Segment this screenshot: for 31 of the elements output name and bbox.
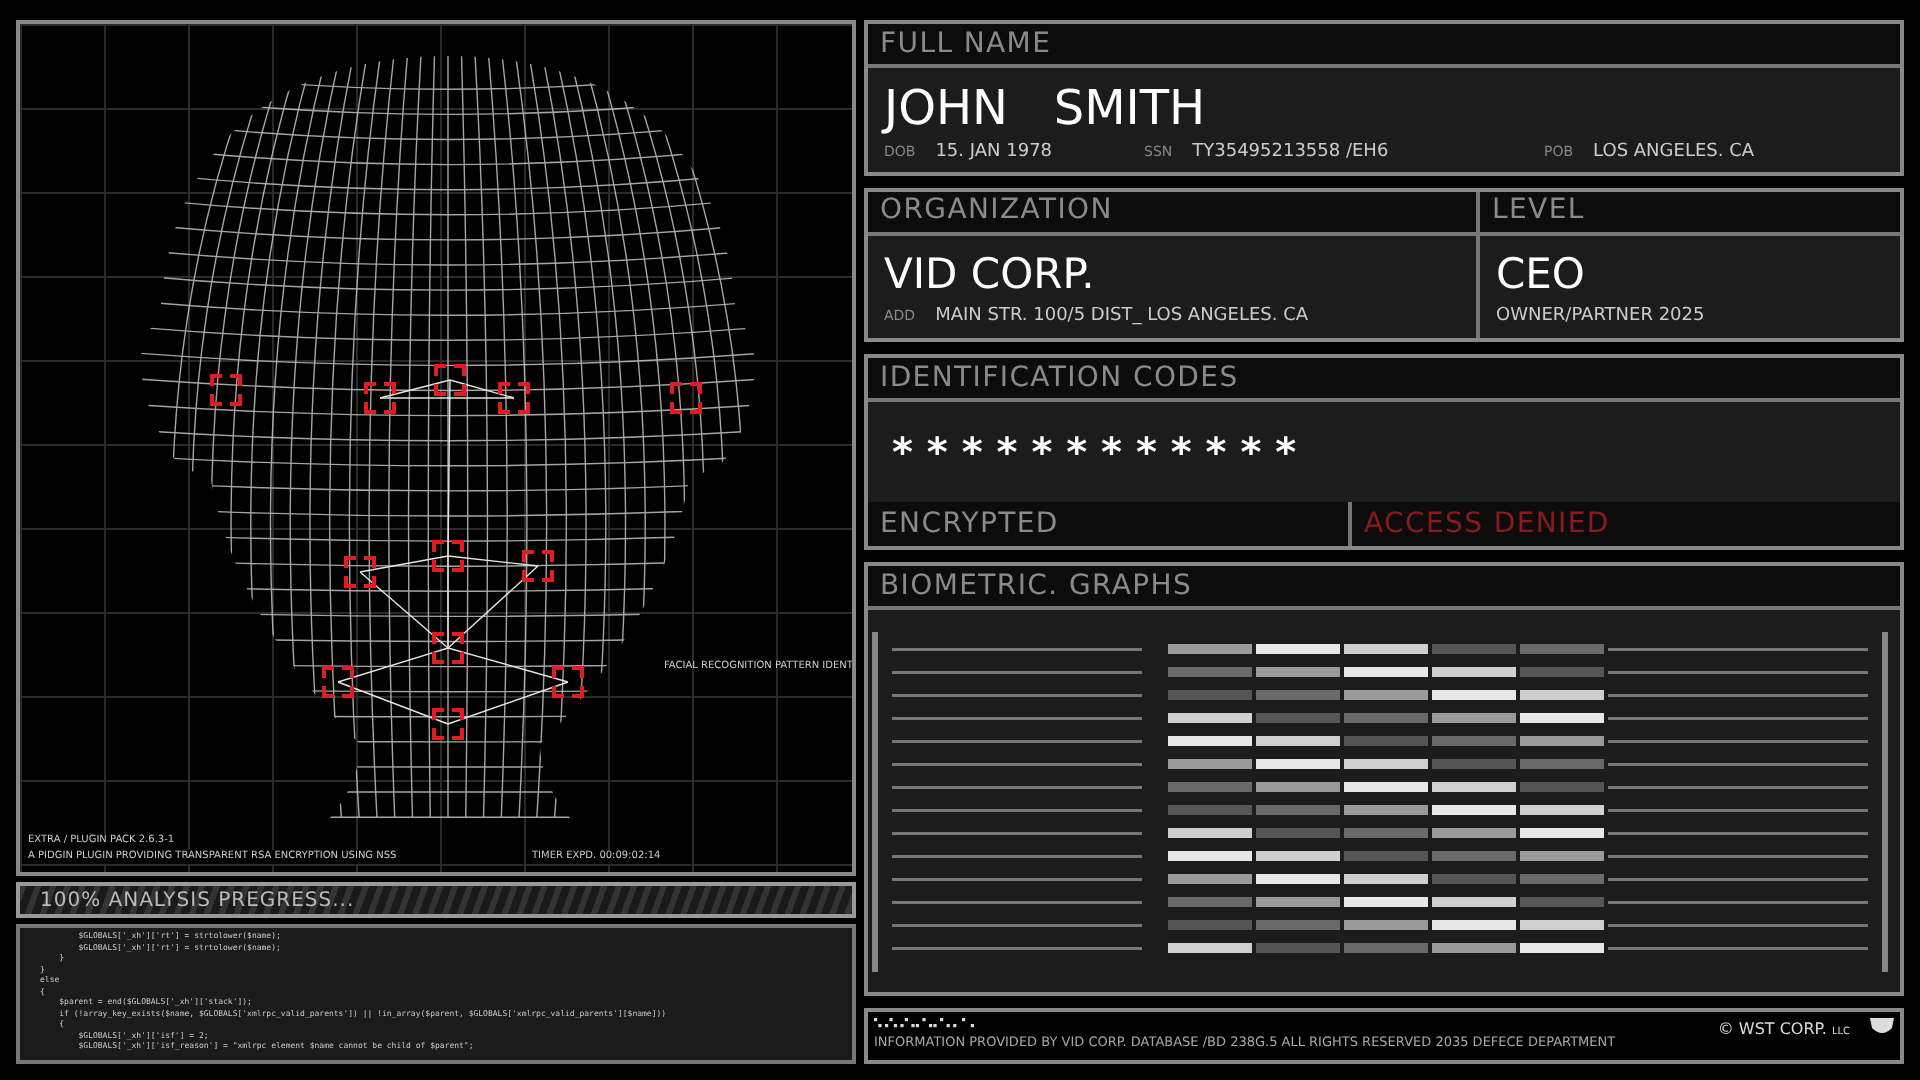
field-value: LOS ANGELES. CA — [1593, 140, 1755, 166]
target-marker-icon — [522, 550, 554, 582]
mask-logo-icon — [1870, 1018, 1894, 1036]
person-name: JOHN SMITH — [884, 78, 1208, 140]
field-value: 15. JAN 1978 — [935, 140, 1053, 166]
target-marker-icon — [364, 382, 396, 414]
field-value: MAIN STR. 100/5 DIST_ LOS ANGELES. CA — [935, 303, 1309, 329]
encrypted-label: ENCRYPTED — [880, 505, 1059, 543]
section-title: ORGANIZATION — [880, 192, 1113, 230]
target-marker-icon — [210, 374, 242, 406]
target-marker-icon — [498, 382, 530, 414]
target-marker-icon — [432, 632, 464, 664]
dots-icon — [874, 1018, 974, 1031]
target-marker-icon — [552, 666, 584, 698]
target-marker-icon — [670, 382, 702, 414]
field-value: TY35495213558 /EH6 — [1192, 140, 1389, 166]
level-value: CEO — [1496, 247, 1587, 301]
target-marker-icon — [322, 666, 354, 698]
section-title: FULL NAME — [880, 25, 1052, 63]
masked-code: * * * * * * * * * * * * — [892, 426, 1297, 480]
level-detail: OWNER/PARTNER 2025 — [1496, 303, 1707, 329]
section-title: LEVEL — [1492, 192, 1585, 230]
target-marker-icon — [344, 556, 376, 588]
target-marker-icon — [432, 708, 464, 740]
section-title: IDENTIFICATION CODES — [880, 359, 1239, 397]
target-marker-icon — [434, 364, 466, 396]
progress-label: 100% ANALYSIS PREGRESS... — [40, 887, 355, 915]
target-marker-icon — [432, 540, 464, 572]
access-denied-label: ACCESS DENIED — [1364, 505, 1610, 543]
organization-name: VID CORP. — [884, 247, 1097, 301]
section-title: BIOMETRIC. GRAPHS — [880, 567, 1193, 605]
